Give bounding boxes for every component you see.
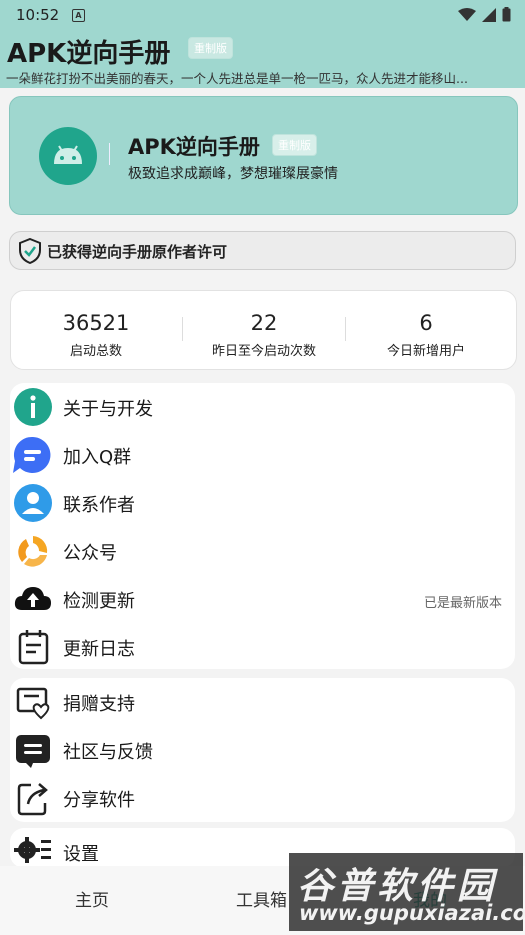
menu-item-label: 设置: [63, 844, 99, 865]
menu-item-label: 加入Q群: [63, 447, 132, 468]
app-badge: 重制版: [188, 37, 233, 59]
person-icon: [14, 484, 52, 522]
menu-card-general: 关于与开发 加入Q群 联系作者 公众号 检测更新 已是最新版本 更新日志: [10, 383, 515, 669]
signal-icon: [482, 7, 496, 22]
cloud-upload-icon: [14, 587, 51, 610]
hero-card[interactable]: APK逆向手册 重制版 极致追求成巅峰，梦想璀璨展豪情: [9, 96, 518, 215]
shield-check-icon: [19, 238, 41, 264]
notification-icon: A: [72, 9, 85, 22]
tab-home[interactable]: 主页: [75, 886, 109, 911]
stat-value: 22: [250, 311, 278, 335]
watermark-url: www.gupuxiazai.com: [299, 901, 525, 925]
stat-label: 今日新增用户: [386, 344, 465, 359]
menu-item-label: 联系作者: [63, 495, 135, 516]
stat-value: 36521: [62, 311, 130, 335]
license-banner: 已获得逆向手册原作者许可: [9, 231, 516, 270]
update-status: 已是最新版本: [423, 596, 502, 611]
app-bar: APK逆向手册 重制版 一朵鲜花打扮不出美丽的春天，一个人先进总是单一枪一匹马，…: [0, 30, 525, 88]
system-icons: [458, 7, 511, 22]
menu-item-share[interactable]: 分享软件: [10, 774, 515, 822]
watermark: 谷普软件园 www.gupuxiazai.com: [289, 853, 525, 931]
hero-badge: 重制版: [272, 134, 317, 156]
menu-item-official-account[interactable]: 公众号: [10, 527, 515, 575]
menu-item-about[interactable]: 关于与开发: [10, 383, 515, 431]
donate-icon: [16, 687, 50, 720]
menu-item-label: 捐赠支持: [63, 694, 135, 715]
menu-item-label: 社区与反馈: [63, 742, 153, 763]
battery-icon: [502, 7, 511, 22]
app-title: APK逆向手册: [7, 39, 171, 69]
menu-item-label: 更新日志: [63, 639, 135, 660]
menu-item-contact-author[interactable]: 联系作者: [10, 479, 515, 527]
menu-item-community-feedback[interactable]: 社区与反馈: [10, 726, 515, 774]
chat-group-icon: [13, 436, 51, 473]
hero-subtitle: 极致追求成巅峰，梦想璀璨展豪情: [128, 166, 338, 182]
menu-item-label: 分享软件: [63, 790, 135, 811]
menu-item-changelog[interactable]: 更新日志: [10, 623, 515, 671]
stats-card: 36521 启动总数 22 昨日至今启动次数 6 今日新增用户: [10, 290, 517, 370]
stat-label: 启动总数: [69, 344, 122, 359]
menu-item-label: 关于与开发: [63, 399, 153, 420]
menu-item-donate[interactable]: 捐赠支持: [10, 678, 515, 726]
wifi-icon: [458, 7, 476, 21]
stat-label: 昨日至今启动次数: [211, 344, 316, 359]
menu-item-label: 公众号: [63, 543, 117, 564]
android-logo-icon: [39, 127, 97, 185]
divider: [109, 143, 110, 165]
feedback-icon: [16, 735, 50, 768]
tab-toolbox[interactable]: 工具箱: [236, 886, 287, 911]
share-icon: [17, 783, 48, 816]
menu-item-check-update[interactable]: 检测更新 已是最新版本: [10, 575, 515, 623]
menu-card-community: 捐赠支持 社区与反馈 分享软件: [10, 678, 515, 822]
official-account-icon: [18, 536, 48, 567]
calendar-icon: [18, 630, 49, 665]
status-bar: 10:52 A: [0, 0, 525, 30]
menu-item-join-group[interactable]: 加入Q群: [10, 431, 515, 479]
settings-icon: [14, 837, 51, 863]
marquee-text: 一朵鲜花打扮不出美丽的春天，一个人先进总是单一枪一匹马，众人先进才能移山...: [6, 71, 468, 86]
info-icon: [14, 388, 52, 426]
license-text: 已获得逆向手册原作者许可: [47, 243, 228, 261]
clock: 10:52: [16, 6, 60, 24]
hero-title: APK逆向手册: [128, 135, 260, 159]
stat-value: 6: [419, 311, 433, 335]
menu-item-label: 检测更新: [63, 591, 135, 612]
